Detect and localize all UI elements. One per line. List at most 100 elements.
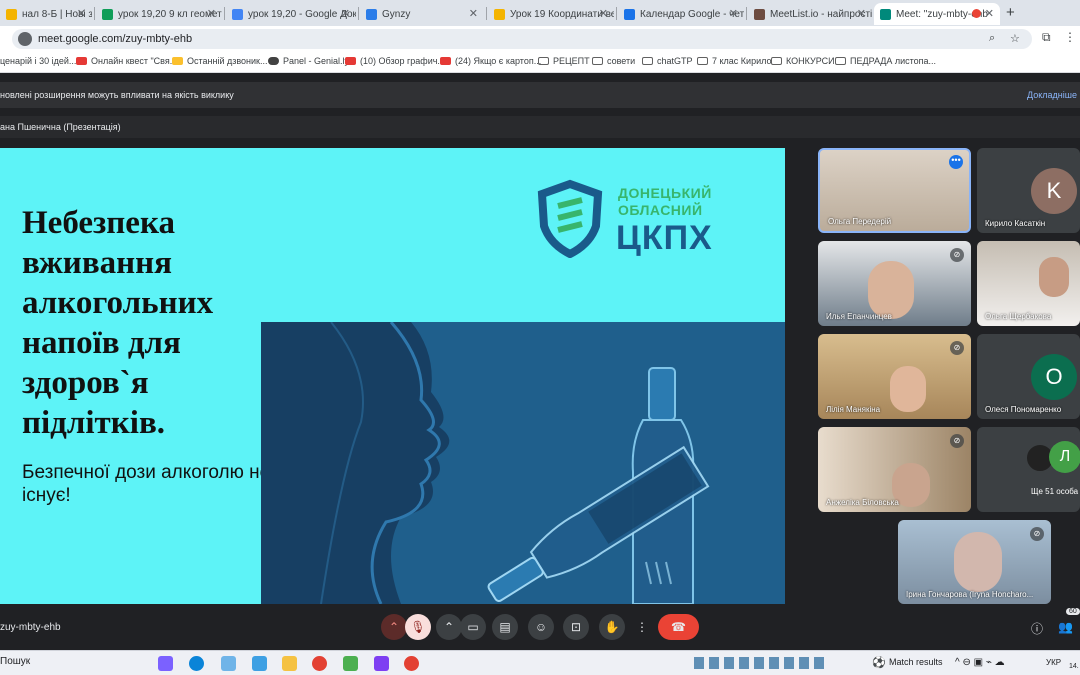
camera-button[interactable]: ▭: [460, 614, 486, 640]
participant-name: Лілія Манякіна: [826, 405, 881, 414]
chrome-icon[interactable]: [404, 656, 419, 671]
tab-separator: [486, 7, 487, 20]
more-options-button[interactable]: ⋮: [633, 614, 651, 640]
end-call-button[interactable]: ☎: [658, 614, 699, 640]
more-options-icon[interactable]: •••: [949, 155, 963, 169]
present-screen-button[interactable]: ⊡: [563, 614, 589, 640]
match-results-icon: ⚽: [872, 657, 886, 669]
bookmark-folder[interactable]: ПЕДРАДА листопа...: [835, 56, 936, 66]
bookmark-folder[interactable]: РЕЦЕПТ: [538, 56, 590, 66]
camera-options-button[interactable]: ⌃: [436, 614, 462, 640]
close-icon[interactable]: ✕: [857, 7, 866, 20]
bookmark-item[interactable]: Онлайн квест "Свя...: [76, 56, 177, 66]
menu-icon[interactable]: ⋮: [1064, 30, 1076, 44]
logo-line-3: ЦКПХ: [616, 219, 713, 257]
participant-tile[interactable]: ⊘ Ірина Гончарова (Iryna Honcharo...: [898, 520, 1051, 604]
tab-4[interactable]: Урок 19 Координати век ✕: [488, 3, 614, 25]
paint-icon[interactable]: [221, 656, 236, 671]
copilot-icon[interactable]: [158, 656, 173, 671]
participant-tile[interactable]: K Кирило Касаткін: [977, 148, 1080, 233]
youtube-icon: [76, 57, 87, 65]
participant-tile[interactable]: ••• Ольга Передерій: [818, 148, 971, 233]
participant-face: [1039, 257, 1069, 297]
more-participants-tile[interactable]: Л Ще 51 особа: [977, 427, 1080, 512]
emoji-reactions-button[interactable]: ☺: [528, 614, 554, 640]
bookmark-star-icon[interactable]: ☆: [1010, 32, 1020, 45]
bookmark-folder[interactable]: КОНКУРСИ: [771, 56, 835, 66]
avatar: О: [1031, 354, 1077, 400]
tab-separator: [94, 7, 95, 20]
clock[interactable]: 14.: [1069, 663, 1079, 670]
bookmark-folder[interactable]: 7 клас Кирило: [697, 56, 771, 66]
captions-button[interactable]: ▤: [492, 614, 518, 640]
tab-separator: [746, 7, 747, 20]
bookmark-folder[interactable]: chatGTP: [642, 56, 693, 66]
tray-widget-text[interactable]: Match results: [889, 657, 943, 667]
extensions-icon[interactable]: ⧉: [1042, 30, 1051, 45]
site-info-icon[interactable]: [18, 32, 32, 46]
tab-5[interactable]: Календар Google - четве ✕: [618, 3, 744, 25]
bookmark-item[interactable]: ценарій і 30 ідей...: [0, 56, 76, 66]
close-icon[interactable]: ✕: [207, 7, 216, 20]
store-icon[interactable]: [343, 656, 358, 671]
input-language[interactable]: УКР: [1046, 658, 1061, 667]
system-tray-icons[interactable]: ^ ⊖ ▣ ⌁ ☁: [955, 657, 1005, 668]
participant-tile[interactable]: ⊘ Анжеліка Біловська: [818, 427, 971, 512]
taskbar-search[interactable]: Пошук: [0, 656, 30, 667]
tab-7-active[interactable]: Meet: "zuy-mbty-ehb ✕: [874, 3, 1000, 25]
tab-label: Gynzy: [382, 8, 411, 20]
bookmark-item[interactable]: Panel - Genial.ly: [268, 56, 349, 66]
url-text[interactable]: meet.google.com/zuy-mbty-ehb: [38, 33, 192, 45]
folder-icon: [592, 57, 603, 65]
participant-count-badge: 60: [1066, 608, 1080, 615]
bell-icon: [172, 57, 183, 65]
participant-tile[interactable]: О Олеся Пономаренко: [977, 334, 1080, 419]
tab-2[interactable]: урок 19,20 - Google Доку ✕: [226, 3, 356, 25]
photos-icon[interactable]: [252, 656, 267, 671]
close-icon[interactable]: ✕: [599, 7, 608, 20]
bookmark-label: (24) Якщо є картоп...: [455, 56, 542, 66]
new-tab-button[interactable]: +: [1006, 4, 1015, 21]
tab-1[interactable]: урок 19,20 9 кл геометр ✕: [96, 3, 222, 25]
participant-tile[interactable]: ⊘ Илья Епанчинцев: [818, 241, 971, 326]
notice-learn-more-link[interactable]: Докладніше: [1027, 90, 1077, 100]
omnibox[interactable]: meet.google.com/zuy-mbty-ehb ⌕ ☆: [12, 29, 1032, 49]
tab-separator: [358, 7, 359, 20]
tab-favicon: [6, 8, 17, 20]
file-explorer-icon[interactable]: [282, 656, 297, 671]
close-icon[interactable]: ✕: [341, 7, 350, 20]
silhouette-bottle-illustration: [261, 322, 785, 604]
close-icon[interactable]: ✕: [77, 7, 86, 20]
tab-0[interactable]: нал 8-Б | Нові знанн✕: [0, 3, 92, 25]
close-icon[interactable]: ✕: [985, 7, 994, 20]
bookmark-item[interactable]: (10) Обзор графич...: [345, 56, 445, 66]
bookmark-item[interactable]: Останній дзвоник...: [172, 56, 268, 66]
close-icon[interactable]: ✕: [469, 7, 478, 20]
zoom-icon[interactable]: ⌕: [989, 32, 995, 45]
bookmarks-bar: ценарій і 30 ідей... Онлайн квест "Свя..…: [0, 52, 1080, 73]
edge-icon[interactable]: [189, 656, 204, 671]
tray-icons: [694, 657, 824, 669]
bookmark-item[interactable]: (24) Якщо є картоп...: [440, 56, 541, 66]
participant-face: [954, 532, 1002, 592]
mic-muted-button[interactable]: 🎙: [405, 614, 431, 640]
viber-icon[interactable]: [374, 656, 389, 671]
meet-controls-bar: zuy-mbty-ehb ⌃ 🎙 ⌃ ▭ ▤ ☺ ⊡ ✋ ⋮ ☎ ⓘ 👥 60: [0, 604, 1080, 650]
mic-options-button[interactable]: ⌃: [381, 614, 407, 640]
info-icon[interactable]: ⓘ: [1031, 620, 1043, 637]
chrome-icon[interactable]: [312, 656, 327, 671]
close-icon[interactable]: ✕: [729, 7, 738, 20]
participant-tile[interactable]: ⊘ Лілія Манякіна: [818, 334, 971, 419]
participant-name: Анжеліка Біловська: [826, 498, 899, 507]
raise-hand-button[interactable]: ✋: [599, 614, 625, 640]
people-icon[interactable]: 👥: [1058, 620, 1073, 634]
folder-icon: [835, 57, 846, 65]
tab-separator: [224, 7, 225, 20]
muted-mic-icon: ⊘: [1030, 527, 1044, 541]
browser-tab-strip: нал 8-Б | Нові знанн✕ урок 19,20 9 кл ге…: [0, 0, 1080, 26]
participant-tile[interactable]: Ольга Щербакова: [977, 241, 1080, 326]
tab-6[interactable]: MeetList.io - найпростіш ✕: [748, 3, 872, 25]
bookmark-label: РЕЦЕПТ: [553, 56, 590, 66]
bookmark-folder[interactable]: совети: [592, 56, 635, 66]
tab-3[interactable]: Gynzy ✕: [360, 3, 484, 25]
